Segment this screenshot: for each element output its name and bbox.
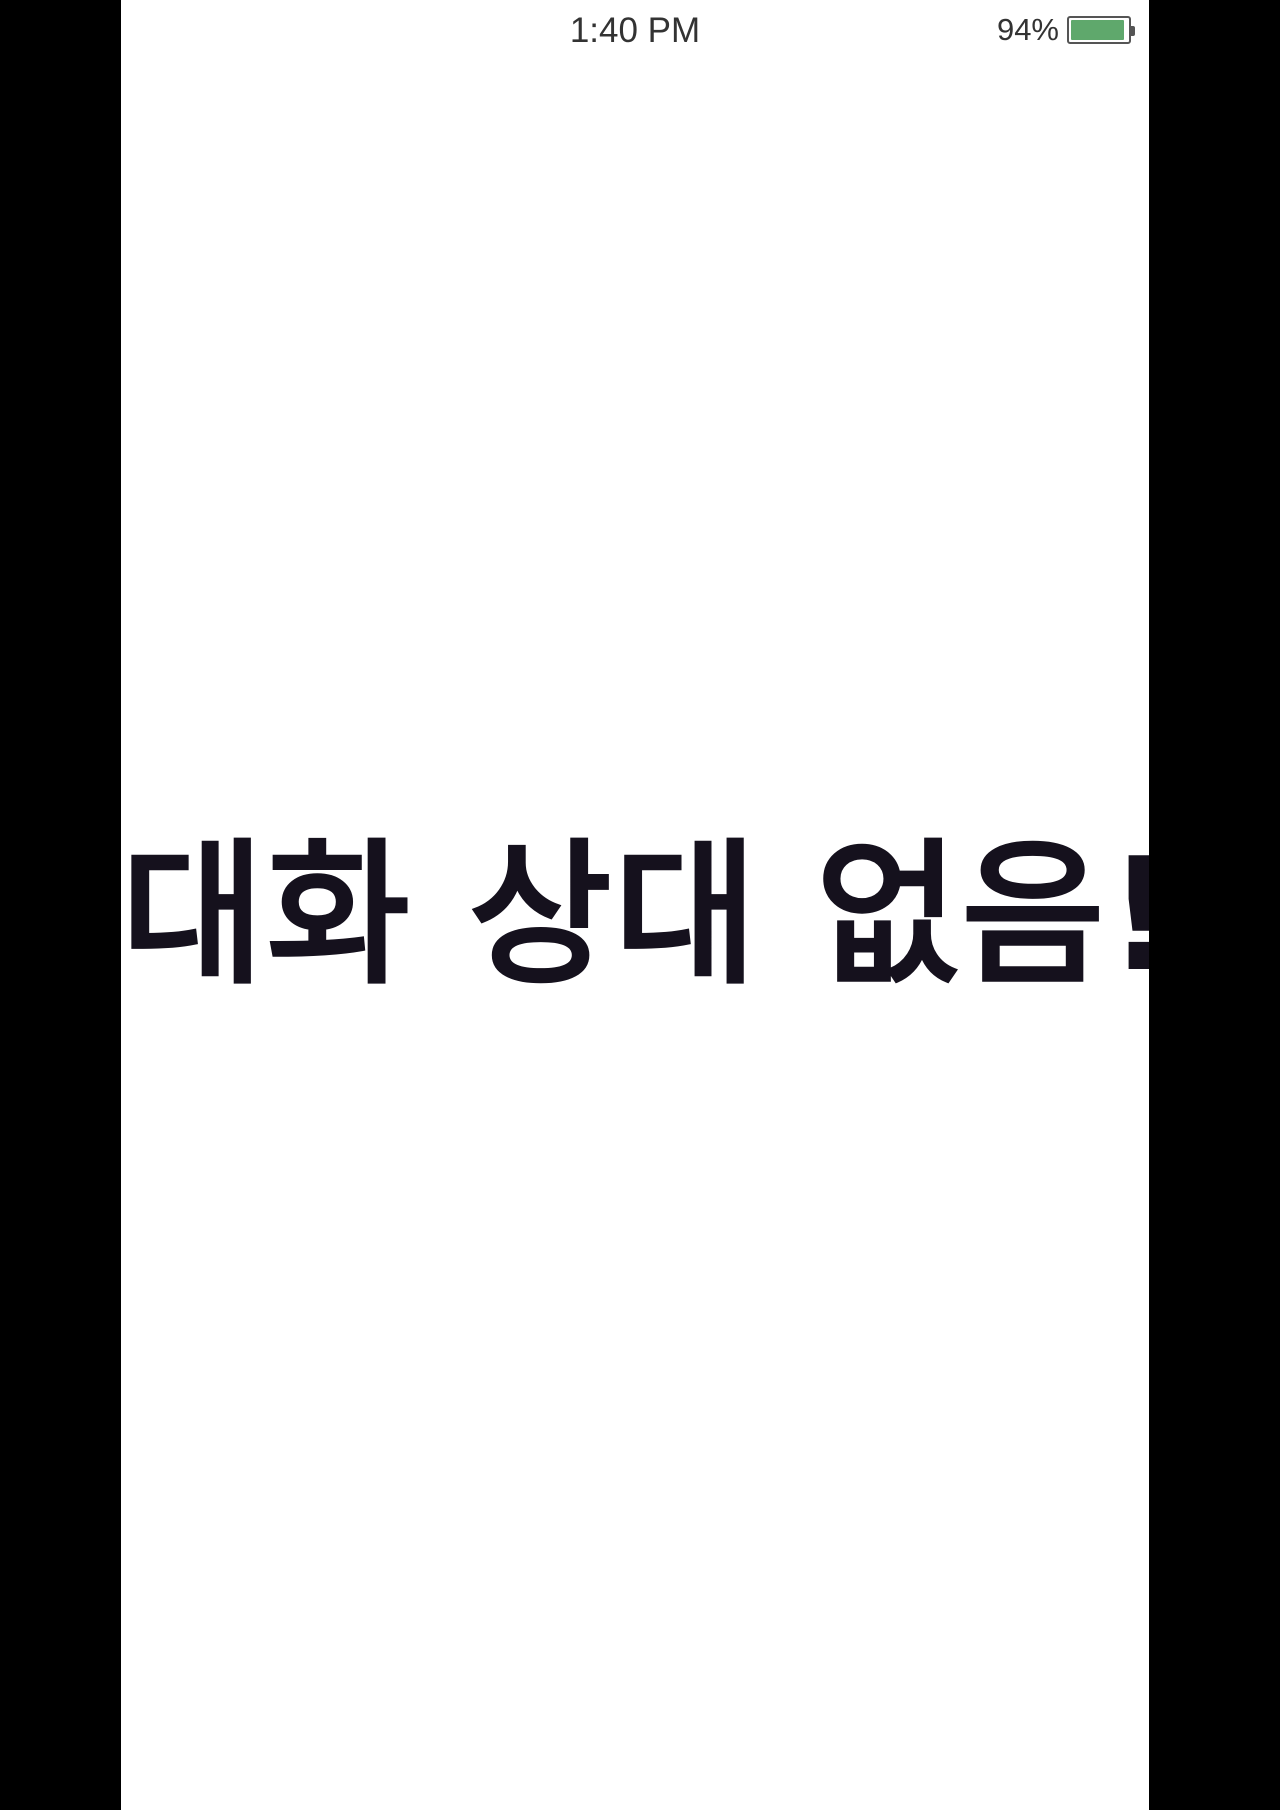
phone-screen: 1:40 PM 94% 대화 상대 없음! [121,0,1149,1810]
battery-tip [1131,26,1135,36]
no-contacts-message: 대화 상대 없음! [121,824,1149,1006]
battery-percentage: 94% [996,12,1059,47]
device-frame: 1:40 PM 94% 대화 상대 없음! [0,0,1280,1810]
battery-icon [1067,16,1135,44]
status-bar: 1:40 PM 94% [121,0,1149,62]
battery-status: 94% [996,12,1135,48]
status-time: 1:40 PM [569,11,701,50]
battery-level-fill [1071,20,1124,40]
